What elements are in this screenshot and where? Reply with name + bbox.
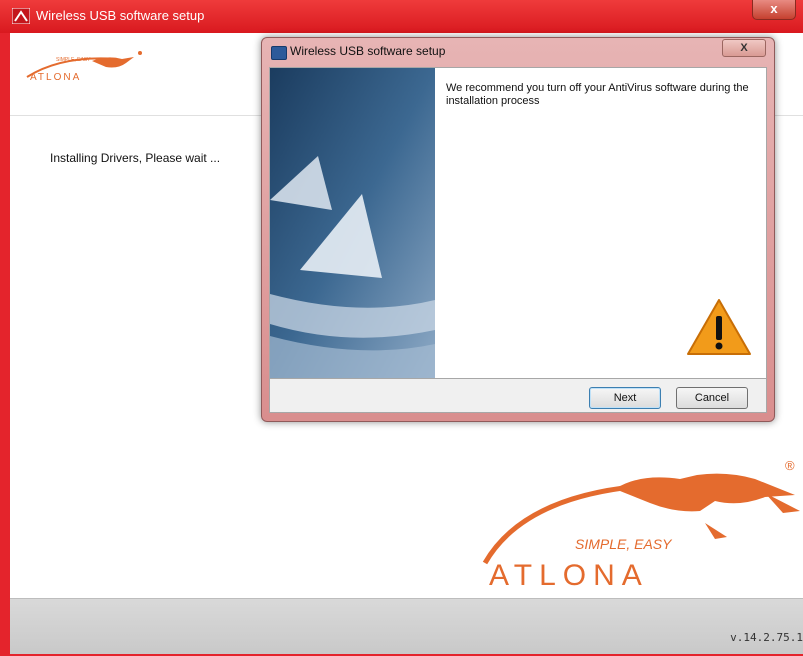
outer-window-title: Wireless USB software setup: [36, 8, 205, 23]
dialog-button-bar: Next Cancel: [269, 379, 767, 413]
atlona-triangle-icon: [12, 8, 30, 24]
antivirus-warning-message: We recommend you turn off your AntiVirus…: [446, 82, 749, 107]
big-logo-tagline: SIMPLE, EASY: [575, 536, 673, 552]
atlona-small-logo: SIMPLE, EASY ATLONA: [26, 51, 142, 83]
small-logo-brand: ATLONA: [30, 72, 81, 83]
antivirus-warning-dialog: Wireless USB software setup X We recomme…: [261, 37, 775, 422]
setup-window-icon: [271, 46, 287, 60]
dialog-title: Wireless USB software setup: [290, 44, 446, 58]
version-label: v.14.2.75.1: [730, 631, 803, 644]
install-status-text: Installing Drivers, Please wait ...: [50, 151, 221, 165]
installer-footer: v.14.2.75.1: [10, 598, 803, 654]
small-logo-tagline: SIMPLE, EASY: [56, 57, 91, 63]
dialog-body: We recommend you turn off your AntiVirus…: [269, 67, 767, 379]
warning-triangle-icon: [687, 299, 751, 355]
big-logo-brand: ATLONA: [489, 559, 649, 592]
setup-banner-image: [270, 68, 435, 378]
atlona-large-logo: SIMPLE, EASY ATLONA: [482, 473, 800, 592]
dialog-close-button[interactable]: X: [722, 39, 766, 57]
registered-mark: ®: [785, 458, 795, 473]
next-button[interactable]: Next: [589, 387, 661, 409]
outer-close-button[interactable]: x: [752, 0, 796, 20]
cancel-button[interactable]: Cancel: [676, 387, 748, 409]
outer-title-bar[interactable]: Wireless USB software setup x: [0, 0, 803, 33]
